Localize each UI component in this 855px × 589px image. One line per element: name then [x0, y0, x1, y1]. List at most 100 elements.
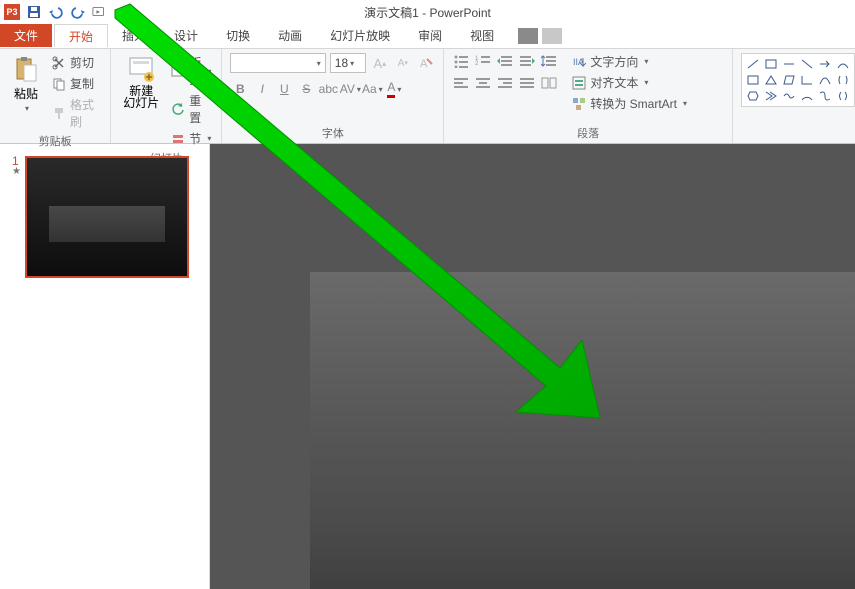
tab-color-swatches — [518, 24, 562, 47]
font-color-button[interactable]: A▾ — [384, 79, 404, 99]
align-text-label: 对齐文本 — [590, 74, 638, 91]
play-from-start-icon[interactable] — [92, 4, 108, 20]
font-family-combo[interactable]: ▾ — [230, 53, 325, 73]
brush-icon — [52, 106, 66, 120]
reset-button[interactable]: 重置 — [169, 91, 213, 127]
ribbon-tabs: 文件 开始 插入 设计 切换 动画 幻灯片放映 审阅 视图 — [0, 24, 855, 48]
shape-rect2-icon[interactable] — [745, 73, 761, 87]
align-center-icon[interactable] — [474, 75, 492, 91]
tab-insert[interactable]: 插入 — [108, 24, 160, 47]
cut-button[interactable]: 剪切 — [50, 53, 102, 72]
italic-button[interactable]: I — [252, 79, 272, 99]
align-right-icon[interactable] — [496, 75, 514, 91]
line-spacing-icon[interactable] — [540, 53, 558, 69]
underline-button[interactable]: U — [274, 79, 294, 99]
strike-button[interactable]: S — [296, 79, 316, 99]
section-icon — [171, 132, 185, 146]
group-font: ▾ 18▾ A▴ A▾ A B I U S abc AV▾ Aa▾ A▾ 字体 — [222, 49, 444, 143]
save-icon[interactable] — [26, 4, 42, 20]
shape-conn-icon[interactable] — [835, 57, 851, 71]
shape-tri-icon[interactable] — [763, 73, 779, 87]
text-direction-button[interactable]: IIA 文字方向▾ — [572, 53, 687, 70]
group-slides: 新建 幻灯片 版式▾ 重置 节▾ 幻灯片 — [111, 49, 222, 143]
redo-icon[interactable] — [70, 4, 86, 20]
clear-format-icon[interactable]: A — [416, 53, 435, 73]
tab-slideshow[interactable]: 幻灯片放映 — [316, 24, 404, 47]
qat-dropdown-icon[interactable]: ▾ — [116, 8, 120, 17]
font-size-value: 18 — [335, 56, 348, 70]
shape-arrow-icon[interactable] — [817, 57, 833, 71]
copy-icon — [52, 77, 66, 91]
app-icon: P3 — [4, 4, 20, 20]
layout-icon — [171, 64, 185, 78]
shape-hex-icon[interactable] — [745, 89, 761, 103]
slide-canvas[interactable] — [310, 272, 855, 589]
grow-font-icon[interactable]: A▴ — [370, 53, 389, 73]
shapes-gallery[interactable] — [741, 53, 855, 107]
shape-line2-icon[interactable] — [781, 57, 797, 71]
tab-view[interactable]: 视图 — [456, 24, 508, 47]
shape-l-icon[interactable] — [799, 73, 815, 87]
align-left-icon[interactable] — [452, 75, 470, 91]
justify-icon[interactable] — [518, 75, 536, 91]
shape-curve-icon[interactable] — [817, 73, 833, 87]
copy-button[interactable]: 复制 — [50, 74, 102, 93]
text-shadow-button[interactable]: abc — [318, 79, 338, 99]
window-title: 演示文稿1 - PowerPoint — [364, 4, 491, 21]
animation-indicator-icon: ★ — [12, 168, 21, 176]
undo-icon[interactable] — [48, 4, 64, 20]
group-font-label: 字体 — [230, 123, 435, 141]
convert-smartart-label: 转换为 SmartArt — [590, 95, 677, 112]
thumb-placeholder — [49, 206, 165, 242]
shape-paren-icon[interactable] — [835, 89, 851, 103]
align-text-button[interactable]: 对齐文本▾ — [572, 74, 687, 91]
format-painter-button[interactable]: 格式刷 — [50, 95, 102, 131]
bold-button[interactable]: B — [230, 79, 250, 99]
decrease-indent-icon[interactable] — [496, 53, 514, 69]
shape-chev-icon[interactable] — [763, 89, 779, 103]
bullets-icon[interactable] — [452, 53, 470, 69]
shape-brace-icon[interactable] — [835, 73, 851, 87]
tab-file[interactable]: 文件 — [0, 24, 52, 47]
cut-label: 剪切 — [70, 54, 94, 71]
layout-button[interactable]: 版式▾ — [169, 53, 213, 89]
shape-line-icon[interactable] — [745, 57, 761, 71]
thumbnail-pane[interactable]: 1 ★ — [0, 144, 210, 589]
increase-indent-icon[interactable] — [518, 53, 536, 69]
group-drawing — [733, 49, 855, 143]
tab-transition[interactable]: 切换 — [212, 24, 264, 47]
shape-arc-icon[interactable] — [799, 89, 815, 103]
section-button[interactable]: 节▾ — [169, 129, 213, 148]
columns-icon[interactable] — [540, 75, 558, 91]
group-clipboard-label: 剪贴板 — [8, 131, 102, 149]
tab-design[interactable]: 设计 — [160, 24, 212, 47]
slide-thumbnail[interactable] — [25, 156, 189, 278]
text-direction-icon: IIA — [572, 55, 586, 69]
group-paragraph: 12 IIA 文字方向▾ — [444, 49, 733, 143]
shape-wave-icon[interactable] — [781, 89, 797, 103]
tab-review[interactable]: 审阅 — [404, 24, 456, 47]
paste-button[interactable]: 粘贴 ▾ — [8, 53, 44, 131]
shape-rect-icon[interactable] — [763, 57, 779, 71]
shape-s-icon[interactable] — [817, 89, 833, 103]
font-size-combo[interactable]: 18▾ — [330, 53, 367, 73]
change-case-button[interactable]: Aa▾ — [362, 79, 382, 99]
title-bar: P3 ▾ 演示文稿1 - PowerPoint — [0, 0, 855, 24]
convert-smartart-button[interactable]: 转换为 SmartArt▾ — [572, 95, 687, 112]
numbering-icon[interactable]: 12 — [474, 53, 492, 69]
tab-home[interactable]: 开始 — [54, 24, 108, 47]
shape-line3-icon[interactable] — [799, 57, 815, 71]
shrink-font-icon[interactable]: A▾ — [393, 53, 412, 73]
new-slide-button[interactable]: 新建 幻灯片 — [119, 53, 163, 148]
char-spacing-button[interactable]: AV▾ — [340, 79, 360, 99]
text-direction-label: 文字方向 — [590, 53, 638, 70]
swatch-lightgrey[interactable] — [542, 28, 562, 44]
swatch-grey[interactable] — [518, 28, 538, 44]
svg-text:2: 2 — [475, 61, 479, 67]
section-label: 节 — [189, 130, 201, 147]
slide-editor[interactable] — [210, 144, 855, 589]
shape-para-icon[interactable] — [781, 73, 797, 87]
layout-label: 版式 — [189, 54, 201, 88]
tab-animation[interactable]: 动画 — [264, 24, 316, 47]
paste-icon — [12, 55, 40, 83]
